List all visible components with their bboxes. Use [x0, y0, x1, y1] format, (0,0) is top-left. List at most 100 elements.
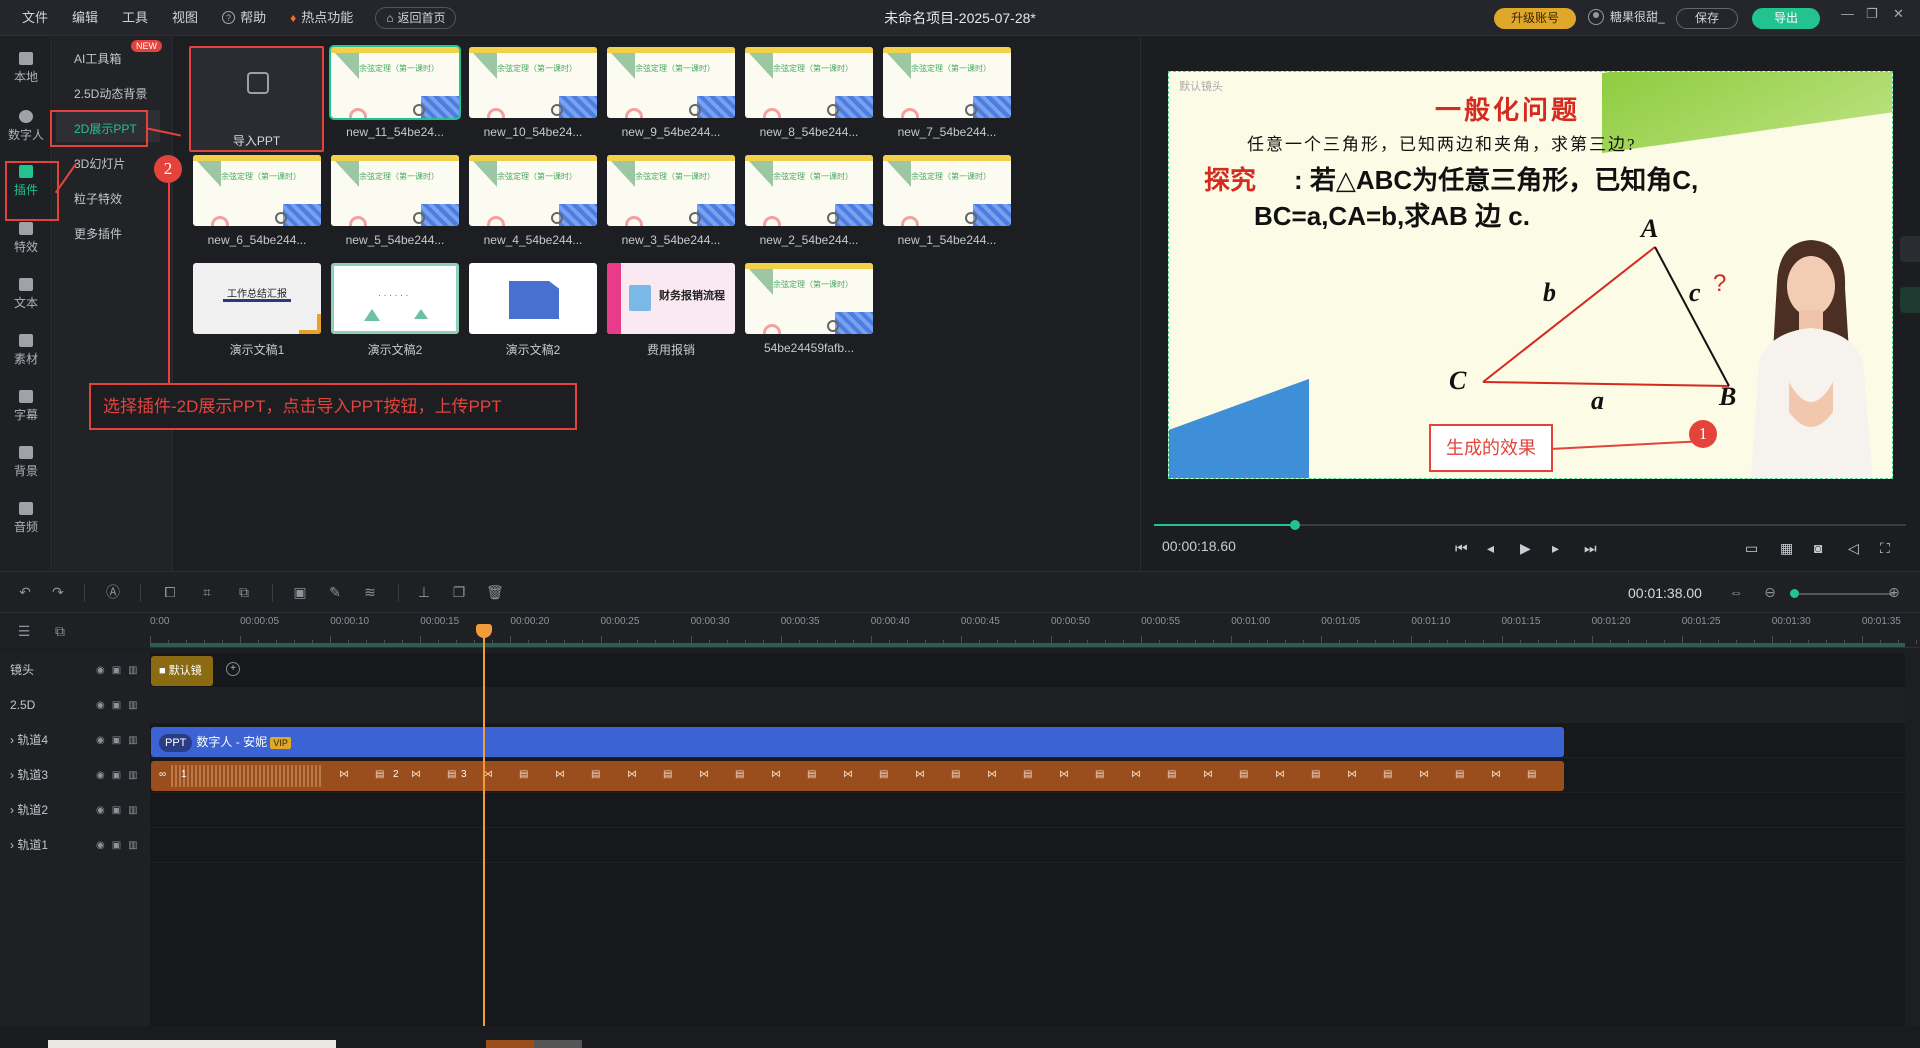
save-button[interactable]: 保存: [1676, 8, 1738, 29]
fit-screen-icon[interactable]: [1900, 236, 1920, 262]
zoom-slider[interactable]: [1794, 593, 1894, 595]
rail-audio[interactable]: 音频: [0, 502, 52, 535]
home-button[interactable]: ⌂ 返回首页: [375, 6, 457, 29]
redo-icon[interactable]: ↷: [50, 585, 66, 599]
rail-local[interactable]: 本地: [0, 52, 52, 85]
upgrade-button[interactable]: 升级账号: [1494, 8, 1576, 29]
submenu-more-plugins[interactable]: 更多插件: [74, 225, 122, 242]
close-icon[interactable]: ✕: [1893, 6, 1904, 22]
lock-layer-icon[interactable]: [1900, 287, 1920, 313]
ppt-card[interactable]: 演示文稿2: [469, 263, 597, 358]
skip-end-icon[interactable]: ⏭: [1584, 540, 1597, 557]
ppt-clip[interactable]: ∞ 1 2 3 ⋈ ▤ ⋈ ▤ ⋈ ▤ ⋈ ▤ ⋈ ▤ ⋈ ▤ ⋈ ▤ ⋈ ▤ ⋈ ▤ ⋈ ▤ ⋈ ▤ ⋈ ▤ ⋈ ▤ ⋈ ▤ ⋈ ▤ ⋈ ▤…: [151, 761, 1564, 791]
track-controls[interactable]: ◉▣▥: [96, 723, 145, 758]
ppt-card[interactable]: 余弦定理（第一课时） new_8_54be244...: [745, 47, 873, 139]
rail-effects[interactable]: 特效: [0, 222, 52, 255]
menu-tools[interactable]: 工具: [112, 0, 158, 36]
track-25d[interactable]: [150, 688, 1905, 723]
ppt-card[interactable]: 余弦定理（第一课时） new_1_54be244...: [883, 155, 1011, 247]
track-settings-icon[interactable]: ☰: [16, 624, 32, 638]
import-ppt-button[interactable]: 导入PPT: [189, 46, 324, 152]
ppt-card[interactable]: 工作总结汇报 演示文稿1: [193, 263, 321, 358]
toolbar-divider: [398, 584, 399, 602]
layers-icon[interactable]: ≋: [362, 585, 378, 599]
submenu-25d-background[interactable]: 2.5D动态背景: [74, 85, 147, 102]
import-ppt-label: 导入PPT: [232, 134, 281, 148]
image-edit-icon[interactable]: ▣: [292, 585, 308, 599]
auto-icon[interactable]: Ⓐ: [105, 585, 121, 599]
thumb-decoration: [551, 212, 563, 224]
stamp-icon[interactable]: ⊥: [416, 585, 432, 599]
fullscreen-icon[interactable]: ⛶: [1880, 540, 1890, 557]
track-controls[interactable]: ◉▣▥: [96, 688, 145, 723]
ppt-card[interactable]: 余弦定理（第一课时） new_5_54be244...: [331, 155, 459, 247]
slide-marker-icon: ⋈: [339, 769, 349, 780]
track-controls[interactable]: ◉▣▥: [96, 653, 145, 688]
safe-area-icon[interactable]: ▭: [1745, 540, 1758, 557]
rail-text[interactable]: 文本: [0, 278, 52, 311]
ppt-card[interactable]: · · · · · · 演示文稿2: [331, 263, 459, 358]
copy-icon[interactable]: ❐: [451, 585, 467, 599]
play-icon[interactable]: ▶: [1520, 540, 1531, 557]
ppt-card[interactable]: 余弦定理（第一课时） new_2_54be244...: [745, 155, 873, 247]
track-controls[interactable]: ◉▣▥: [96, 828, 145, 863]
thumb-decoration: [473, 161, 497, 187]
ppt-card[interactable]: 余弦定理（第一课时） 54be24459fafb...: [745, 263, 873, 355]
menu-help[interactable]: ? 帮助: [212, 0, 276, 36]
ppt-card[interactable]: 余弦定理（第一课时） new_11_54be24...: [329, 45, 461, 139]
track-controls[interactable]: ◉▣▥: [96, 793, 145, 828]
timeline-empty-area[interactable]: [150, 863, 1905, 1026]
menu-file[interactable]: 文件: [12, 0, 58, 36]
menu-view[interactable]: 视图: [162, 0, 208, 36]
submenu-ai-toolbox[interactable]: AI工具箱: [74, 50, 121, 67]
digital-human-clip[interactable]: PPT 数字人 - 安妮 VIP: [151, 727, 1564, 757]
track-1[interactable]: [150, 828, 1905, 863]
undo-icon[interactable]: ↶: [17, 585, 33, 599]
split-icon[interactable]: ⧠: [162, 585, 178, 599]
zoom-slider-handle[interactable]: [1790, 589, 1799, 598]
scrubber-handle[interactable]: [1290, 520, 1300, 530]
track-2[interactable]: [150, 793, 1905, 828]
menu-edit[interactable]: 编辑: [62, 0, 108, 36]
ppt-card[interactable]: 余弦定理（第一课时） new_7_54be244...: [883, 47, 1011, 139]
export-button[interactable]: 导出: [1752, 8, 1820, 29]
playhead[interactable]: [483, 628, 485, 1026]
mirror-icon[interactable]: ⧉: [236, 585, 252, 599]
fit-timeline-icon[interactable]: ⇔: [1728, 585, 1744, 599]
snapshot-icon[interactable]: ◙: [1814, 540, 1822, 556]
submenu-3d-slides[interactable]: 3D幻灯片: [74, 155, 125, 172]
zoom-out-icon[interactable]: ⊖: [1762, 585, 1778, 599]
minimize-icon[interactable]: —: [1841, 6, 1854, 21]
zoom-in-icon[interactable]: ⊕: [1886, 585, 1902, 599]
prev-frame-icon[interactable]: ◂: [1487, 540, 1494, 557]
thumb-title: 余弦定理（第一课时）: [911, 64, 991, 73]
track-controls[interactable]: ◉▣▥: [96, 758, 145, 793]
rail-captions[interactable]: 字幕: [0, 390, 52, 423]
rail-digital-human[interactable]: 数字人: [0, 110, 52, 143]
help-icon: ?: [222, 11, 236, 24]
ppt-card[interactable]: 财务报销流程 费用报销: [607, 263, 735, 358]
ppt-card[interactable]: 余弦定理（第一课时） new_4_54be244...: [469, 155, 597, 247]
add-keyframe-icon[interactable]: +: [226, 662, 240, 676]
rail-materials[interactable]: 素材: [0, 334, 52, 367]
rail-background[interactable]: 背景: [0, 446, 52, 479]
next-frame-icon[interactable]: ▸: [1552, 540, 1559, 557]
brush-icon[interactable]: ✎: [327, 585, 343, 599]
ppt-card[interactable]: 余弦定理（第一课时） new_9_54be244...: [607, 47, 735, 139]
crop-icon[interactable]: ⌗: [199, 585, 215, 599]
track-camera[interactable]: [150, 653, 1905, 688]
user-menu[interactable]: 糖果很甜_: [1588, 8, 1665, 25]
camera-clip[interactable]: ■ 默认镜: [151, 656, 213, 686]
ppt-card[interactable]: 余弦定理（第一课时） new_6_54be244...: [193, 155, 321, 247]
add-track-icon[interactable]: ⧉: [52, 624, 68, 638]
submenu-particles[interactable]: 粒子特效: [74, 190, 122, 207]
skip-start-icon[interactable]: ⏮: [1455, 540, 1468, 557]
grid-icon[interactable]: ▦: [1780, 540, 1793, 557]
ppt-card[interactable]: 余弦定理（第一课时） new_10_54be24...: [469, 47, 597, 139]
ppt-card[interactable]: 余弦定理（第一课时） new_3_54be244...: [607, 155, 735, 247]
volume-icon[interactable]: ◁: [1848, 540, 1859, 557]
slide-marker-icon: ⋈: [843, 769, 853, 780]
restore-icon[interactable]: ❐: [1866, 6, 1878, 22]
delete-icon[interactable]: 🗑: [486, 585, 504, 599]
menu-hot[interactable]: ♦ 热点功能: [280, 0, 363, 36]
